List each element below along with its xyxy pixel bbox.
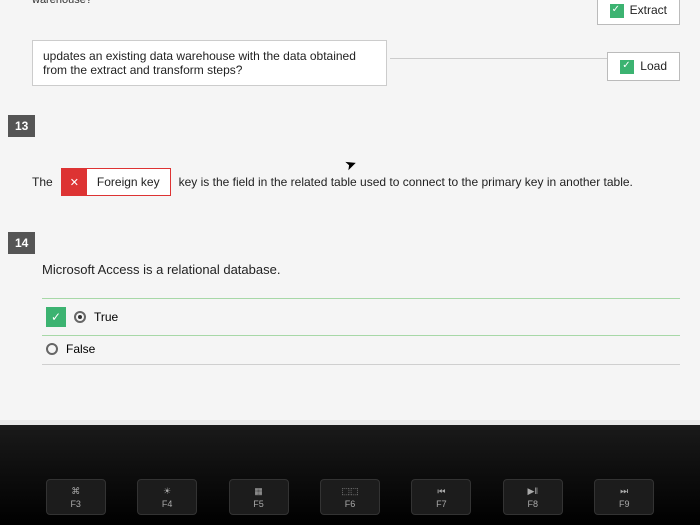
check-icon: ✓ xyxy=(46,307,66,327)
answer-chip-load[interactable]: Load xyxy=(607,52,680,81)
question-number-14: 14 xyxy=(8,232,35,254)
q12-partial-label: warehouse? xyxy=(32,0,92,6)
key-f3: ⌘F3 xyxy=(46,479,106,515)
q13-tail: key is the field in the related table us… xyxy=(179,175,633,189)
key-f4: ☀F4 xyxy=(137,479,197,515)
chip-label: Extract xyxy=(630,3,667,17)
q14-prompt: Microsoft Access is a relational databas… xyxy=(42,262,280,277)
option-true-label: True xyxy=(94,310,118,324)
key-f7: ⏮F7 xyxy=(411,479,471,515)
key-f5: ▦F5 xyxy=(229,479,289,515)
key-f6: ⬚⬚F6 xyxy=(320,479,380,515)
q13-answer-text: Foreign key xyxy=(87,169,170,195)
chip-label: Load xyxy=(640,59,667,73)
q13-wrong-answer[interactable]: ✕ Foreign key xyxy=(61,168,171,196)
quiz-panel: warehouse? updates an existing data ware… xyxy=(0,0,700,420)
key-f9: ⏭F9 xyxy=(594,479,654,515)
option-false-label: False xyxy=(66,342,95,356)
keyboard-strip: ⌘F3 ☀F4 ▦F5 ⬚⬚F6 ⏮F7 ▶‖F8 ⏭F9 xyxy=(0,425,700,525)
x-icon: ✕ xyxy=(62,169,87,195)
q13-row: The ✕ Foreign key key is the field in th… xyxy=(32,168,680,196)
option-true-row[interactable]: ✓ True xyxy=(42,298,680,336)
check-icon xyxy=(620,60,634,74)
question-number-13: 13 xyxy=(8,115,35,137)
option-false-row[interactable]: False xyxy=(42,334,680,365)
q12-prompt-box: updates an existing data warehouse with … xyxy=(32,40,387,86)
q13-lead: The xyxy=(32,175,53,189)
radio-unselected-icon xyxy=(46,343,58,355)
answer-chip-extract[interactable]: Extract xyxy=(597,0,680,25)
check-icon xyxy=(610,4,624,18)
radio-selected-icon xyxy=(74,311,86,323)
key-f8: ▶‖F8 xyxy=(503,479,563,515)
